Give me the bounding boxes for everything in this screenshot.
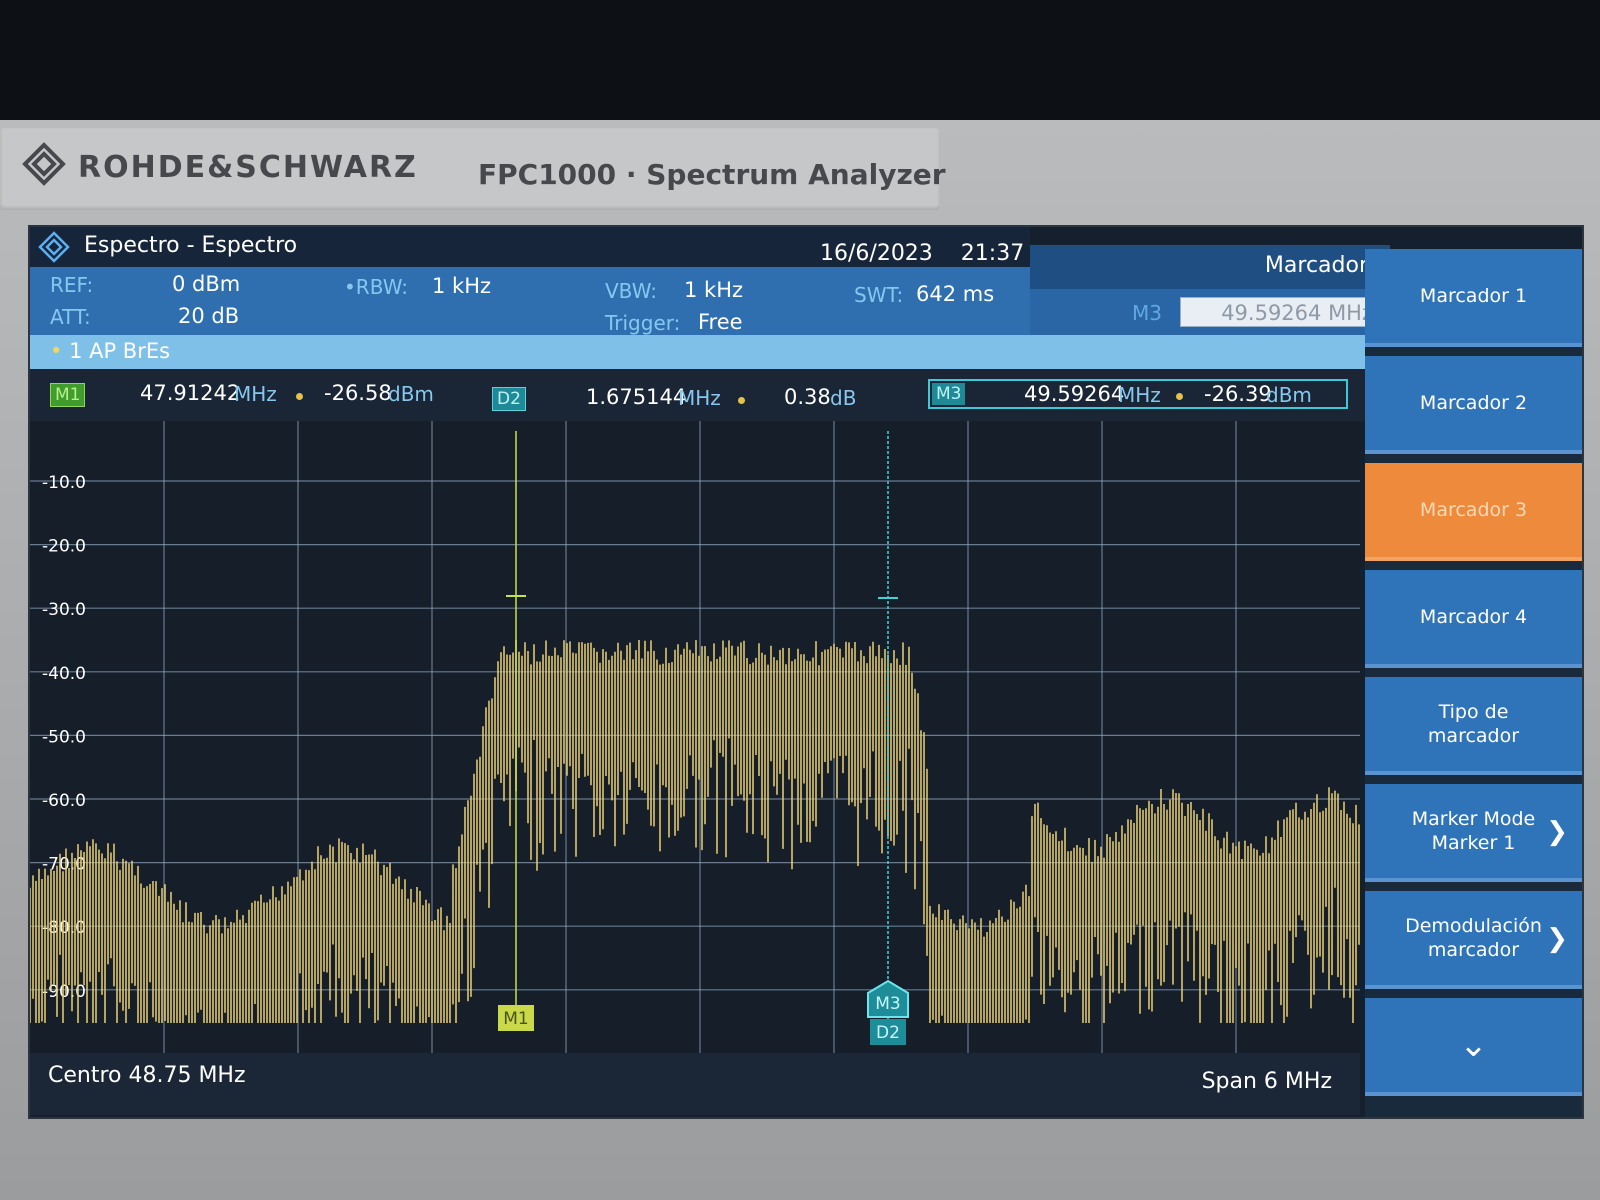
m3-flag-label: M3: [875, 994, 900, 1014]
softkey-3[interactable]: Marcador 3: [1365, 463, 1582, 561]
app-logo-icon: [38, 231, 70, 263]
measurement-title: Espectro - Espectro: [84, 233, 298, 258]
title-bar: Espectro - Espectro 16/6/2023 21:37: [30, 227, 1030, 267]
m3-level: -26.39: [1204, 382, 1272, 406]
chevron-right-icon: ❯: [1546, 924, 1568, 954]
m1-level-unit: dBm: [388, 382, 434, 406]
center-frequency[interactable]: Centro 48.75 MHz: [48, 1063, 246, 1088]
m1-frequency: 47.91242: [140, 381, 241, 405]
softkey-label: Marcador 4: [1419, 606, 1528, 628]
softkey-1[interactable]: Marcador 1: [1365, 249, 1582, 347]
marker-frequency-input[interactable]: 49.59264 MHz: [1180, 297, 1380, 327]
m3-separator-dot: [1176, 393, 1183, 400]
softkey-5[interactable]: Tipo de marcador: [1365, 677, 1582, 775]
datetime: 16/6/2023 21:37: [820, 241, 1024, 266]
rbw-label: •RBW:: [344, 275, 409, 299]
softkey-label: Marker Mode: [1411, 808, 1536, 830]
att-label: ATT:: [50, 305, 91, 329]
chevron-down-icon: ⌄: [1459, 1025, 1488, 1065]
d2-flag-label: D2: [876, 1023, 900, 1043]
ref-label: REF:: [50, 273, 94, 297]
y-tick-label: -90.0: [42, 982, 86, 1002]
att-value: 20 dB: [178, 304, 240, 328]
d2-separator-dot: [738, 397, 745, 404]
ref-value: 0 dBm: [172, 272, 241, 296]
d2-level: 0.38: [784, 385, 831, 409]
softkey-sublabel: Marker 1: [1431, 832, 1516, 854]
softkey-label: Demodulación: [1405, 915, 1542, 937]
softkey-8[interactable]: ⌄: [1365, 998, 1582, 1096]
analyzer-screen: Espectro - Espectro 16/6/2023 21:37 Marc…: [28, 225, 1584, 1119]
y-tick-label: -60.0: [42, 791, 86, 811]
m1-frequency-unit: MHz: [234, 382, 277, 406]
d2-frequency: 1.675144: [586, 385, 687, 409]
rbw-label-text: RBW:: [355, 275, 409, 299]
spectrum-graph[interactable]: -10.0 -20.0 -30.0 -40.0 -50.0 -60.0 -70.0 -80.0…: [30, 421, 1360, 1053]
softkey-6[interactable]: Marker Mode Marker 1 ❯: [1365, 784, 1582, 882]
m3-frequency-unit: MHz: [1118, 383, 1161, 407]
spectrum-plot: -10.0-20.0-30.0-40.0-50.0-60.0-70.0-80.0…: [30, 421, 1360, 1053]
softkey-sublabel: marcador: [1427, 939, 1520, 961]
spectrum-trace-line: [30, 640, 1360, 1023]
m1-flag-label: M1: [503, 1009, 528, 1029]
d2-frequency-unit: MHz: [678, 386, 721, 410]
vbw-label: VBW:: [605, 279, 658, 303]
y-tick-label: -40.0: [42, 664, 86, 684]
m3-tag: M3: [932, 383, 966, 405]
m1-level: -26.58: [324, 381, 392, 405]
trace-info-strip: • 1 AP BrEs: [30, 335, 1390, 369]
softkey-label: Tipo de: [1438, 701, 1509, 723]
d2-level-unit: dB: [830, 386, 857, 410]
rbw-value: 1 kHz: [432, 274, 492, 298]
trigger-label: Trigger:: [605, 311, 681, 335]
graph-footer: Centro 48.75 MHz Span 6 MHz: [30, 1053, 1360, 1115]
vbw-value: 1 kHz: [684, 278, 744, 302]
softkey-7[interactable]: Demodulación marcador ❯: [1365, 891, 1582, 989]
m3-readout-box[interactable]: M3 49.59264 MHz -26.39 dBm: [928, 379, 1348, 409]
d2-tag[interactable]: D2: [492, 387, 526, 411]
trigger-value: Free: [698, 310, 743, 334]
softkey-sublabel: marcador: [1427, 725, 1520, 747]
spectrum-trace: [30, 640, 1360, 1023]
y-tick-label: -50.0: [42, 727, 86, 747]
swt-label: SWT:: [854, 283, 904, 307]
panel-header-label: Marcador: [1264, 253, 1368, 278]
swt-value: 642 ms: [916, 282, 995, 306]
span-frequency[interactable]: Span 6 MHz: [1202, 1069, 1332, 1094]
softkey-4[interactable]: Marcador 4: [1365, 570, 1582, 668]
m1-tag[interactable]: M1: [50, 383, 86, 407]
trace-bullet-icon: •: [50, 339, 70, 363]
time: 21:37: [960, 241, 1025, 266]
y-tick-label: -10.0: [42, 473, 86, 493]
date: 16/6/2023: [820, 241, 933, 266]
y-tick-label: -30.0: [42, 600, 86, 620]
softkey-panel: Marcador 1 Marcador 2 Marcador 3 Marcador 4…: [1365, 249, 1582, 1117]
trace-label: • 1 AP BrEs: [50, 339, 170, 363]
brand-name: ROHDE&SCHWARZ: [78, 150, 418, 185]
marker-edit-label: M3: [1132, 301, 1162, 325]
marker-panel-header: Marcador: [1030, 245, 1390, 289]
m3-frequency: 49.59264: [1024, 382, 1125, 406]
y-tick-label: -20.0: [42, 537, 86, 557]
trace-mode: 1 AP BrEs: [69, 339, 171, 363]
y-tick-label: -70.0: [42, 855, 86, 875]
rohde-schwarz-logo-icon: [22, 142, 66, 186]
softkey-label: Marcador 3: [1419, 499, 1528, 521]
chevron-right-icon: ❯: [1546, 817, 1568, 847]
parameter-area[interactable]: REF: 0 dBm ATT: 20 dB •RBW: 1 kHz VBW: 1…: [30, 267, 1030, 335]
m1-separator-dot: [296, 393, 303, 400]
softkey-label: Marcador 2: [1419, 392, 1528, 414]
softkey-label: Marcador 1: [1419, 285, 1528, 307]
marker-readout-bar: M1 47.91242 MHz -26.58 dBm D2 1.675144 M…: [30, 369, 1390, 421]
softkey-2[interactable]: Marcador 2: [1365, 356, 1582, 454]
m3-level-unit: dBm: [1266, 383, 1312, 407]
model-name: FPC1000 · Spectrum Analyzer: [478, 158, 946, 191]
marker-edit-row: M3 49.59264 MHz: [1030, 289, 1390, 335]
